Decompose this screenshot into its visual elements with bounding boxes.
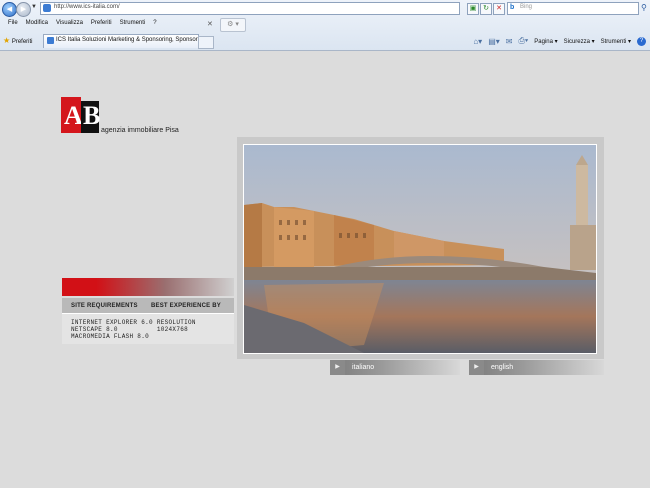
stop-icon[interactable]: ✕ bbox=[493, 3, 505, 15]
page-favicon-icon bbox=[43, 4, 51, 12]
compatibility-view-icon[interactable]: ▣ bbox=[467, 3, 479, 15]
requirement-line-3: MACROMEDIA FLASH 8.0 bbox=[71, 333, 150, 340]
red-accent-bar bbox=[62, 278, 234, 296]
history-dropdown-icon[interactable]: ▼ bbox=[31, 4, 37, 10]
tab-active[interactable]: ICS Italia Soluzioni Marketing & Sponsor… bbox=[43, 34, 206, 48]
home-icon[interactable]: ⌂▾ bbox=[473, 37, 482, 46]
menu-preferiti[interactable]: Preferiti bbox=[87, 20, 116, 26]
feeds-icon[interactable]: ▤▾ bbox=[488, 37, 500, 46]
bing-icon: b bbox=[510, 4, 515, 11]
play-arrow-icon: ▶ bbox=[469, 360, 484, 375]
site-requirements-label: SITE REQUIREMENTS bbox=[71, 303, 138, 309]
menu-strumenti[interactable]: Strumenti bbox=[116, 20, 150, 26]
mail-icon[interactable]: ✉ bbox=[506, 37, 513, 46]
requirement-line-2: NETSCAPE 8.0 1024X768 bbox=[71, 326, 189, 333]
requirement-line-1: INTERNET EXPLORER 6.0 RESOLUTION bbox=[71, 319, 196, 326]
english-label: english bbox=[491, 364, 514, 371]
new-tab-button[interactable] bbox=[198, 36, 214, 49]
italian-label: italiano bbox=[352, 364, 375, 371]
favorites-star-icon: ★ bbox=[3, 36, 11, 45]
tab-title: ICS Italia Soluzioni Marketing & Sponsor… bbox=[56, 37, 206, 43]
page-menu[interactable]: Pagina ▾ bbox=[534, 38, 557, 45]
menu-help[interactable]: ? bbox=[149, 20, 160, 26]
menu-row: File Modifica Visualizza Preferiti Strum… bbox=[0, 17, 650, 32]
browser-chrome: ◀ ▶ ▼ http://www.ics-italia.com/ ▣ ↻ ✕ b… bbox=[0, 0, 650, 51]
command-bar: ⌂▾ ▤▾ ✉ ⎙▾ Pagina ▾ Sicurezza ▾ Strument… bbox=[473, 36, 646, 46]
hero-photo-pisa bbox=[243, 144, 597, 354]
security-menu[interactable]: Sicurezza ▾ bbox=[564, 38, 595, 45]
requirements-header: SITE REQUIREMENTS BEST EXPERIENCE BY bbox=[62, 298, 234, 313]
help-icon[interactable]: ? bbox=[637, 36, 646, 46]
english-language-button[interactable]: ▶ english bbox=[469, 360, 604, 375]
tools-menu[interactable]: Strumenti ▾ bbox=[601, 38, 631, 45]
forward-button[interactable]: ▶ bbox=[16, 2, 31, 17]
menu-file[interactable]: File bbox=[4, 20, 22, 26]
tab-row: ★ Preferiti ICS Italia Soluzioni Marketi… bbox=[0, 32, 650, 50]
refresh-icon[interactable]: ↻ bbox=[480, 3, 492, 15]
menu-bar: File Modifica Visualizza Preferiti Strum… bbox=[4, 20, 161, 26]
print-icon[interactable]: ⎙▾ bbox=[518, 36, 528, 46]
search-icon[interactable]: ⚲ bbox=[641, 3, 647, 12]
search-placeholder: Bing bbox=[520, 4, 533, 10]
favorites-label: Preferiti bbox=[11, 39, 33, 45]
play-arrow-icon: ▶ bbox=[330, 360, 345, 375]
site-logo[interactable]: A B bbox=[61, 97, 101, 133]
hero-photo-frame bbox=[237, 137, 604, 359]
logo-letter-a: A bbox=[61, 97, 83, 133]
address-bar[interactable]: http://www.ics-italia.com/ bbox=[40, 2, 460, 15]
tab-favicon-icon bbox=[47, 37, 54, 44]
italian-language-button[interactable]: ▶ italiano bbox=[330, 360, 460, 375]
best-experience-label: BEST EXPERIENCE BY bbox=[151, 303, 221, 309]
requirements-body: INTERNET EXPLORER 6.0 RESOLUTION NETSCAP… bbox=[62, 313, 234, 344]
menu-modifica[interactable]: Modifica bbox=[22, 20, 52, 26]
search-box[interactable]: b Bing bbox=[507, 2, 639, 15]
site-tagline: agenzia immobiliare Pisa bbox=[101, 127, 179, 134]
menu-visualizza[interactable]: Visualizza bbox=[52, 20, 87, 26]
address-row: ◀ ▶ ▼ http://www.ics-italia.com/ ▣ ↻ ✕ b… bbox=[0, 0, 650, 17]
url-text: http://www.ics-italia.com/ bbox=[54, 4, 120, 10]
addon-gear-icon[interactable]: ⚙ ▾ bbox=[220, 18, 246, 32]
close-toolbar-icon[interactable]: ✕ bbox=[207, 20, 213, 28]
logo-letter-b: B bbox=[81, 101, 100, 133]
favorites-button[interactable]: ★ Preferiti bbox=[3, 36, 33, 45]
back-button[interactable]: ◀ bbox=[2, 2, 17, 17]
